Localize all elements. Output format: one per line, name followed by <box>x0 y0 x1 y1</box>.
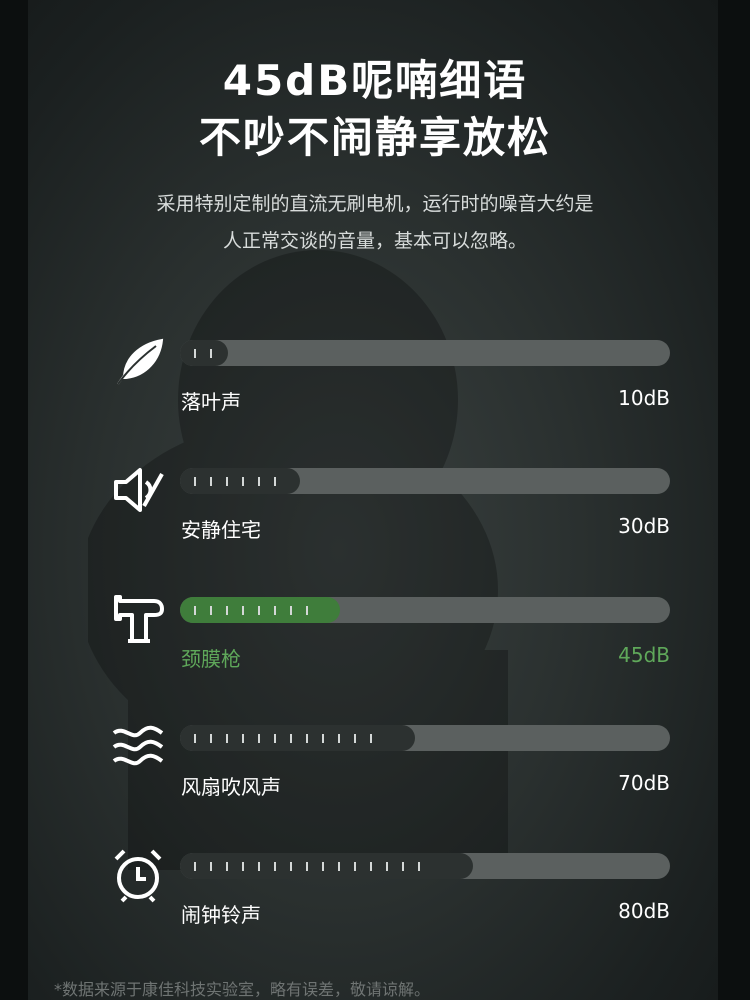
tick-mark <box>386 861 388 871</box>
headline-line-2: 不吵不闹静享放松 <box>198 113 551 162</box>
tick-mark <box>226 861 228 871</box>
noise-decibel-value: 45dB <box>618 643 670 667</box>
noise-level-bar <box>180 853 670 879</box>
tick-mark <box>290 733 292 743</box>
noise-decibel-value: 10dB <box>618 386 670 410</box>
massage-gun-icon <box>114 595 164 643</box>
tick-mark <box>338 733 340 743</box>
tick-mark <box>226 605 228 615</box>
tick-mark <box>242 861 244 871</box>
tick-mark <box>226 476 228 486</box>
noise-level-row: 安静住宅 30dB <box>0 468 750 578</box>
noise-level-fill <box>180 725 416 751</box>
tick-mark <box>210 733 212 743</box>
tick-mark <box>322 861 324 871</box>
noise-level-bar <box>180 468 670 494</box>
tick-mark <box>258 733 260 743</box>
tick-mark <box>210 476 212 486</box>
tick-mark <box>194 861 196 871</box>
speaker-mute-icon <box>114 468 164 512</box>
tick-mark <box>194 476 196 486</box>
tick-mark <box>322 733 324 743</box>
noise-source-label: 落叶声 <box>181 390 241 414</box>
tick-mark <box>306 733 308 743</box>
tick-mark <box>194 733 196 743</box>
noise-level-fill <box>180 468 301 494</box>
noise-level-fill <box>180 597 341 623</box>
tick-mark <box>210 605 212 615</box>
tick-mark <box>274 861 276 871</box>
noise-level-row: 风扇吹风声 70dB <box>0 725 750 835</box>
tick-mark <box>274 476 276 486</box>
tick-mark <box>370 861 372 871</box>
tick-mark <box>306 605 308 615</box>
tick-mark <box>242 476 244 486</box>
tick-mark <box>258 861 260 871</box>
tick-mark <box>274 605 276 615</box>
noise-level-row: 闹钟铃声 80dB <box>0 849 750 963</box>
noise-level-bar <box>180 340 670 366</box>
tick-mark <box>370 733 372 743</box>
noise-level-bar <box>180 725 670 751</box>
tick-mark <box>210 861 212 871</box>
noise-level-fill <box>180 853 473 879</box>
tick-mark <box>210 348 212 358</box>
tick-mark <box>274 733 276 743</box>
noise-source-label: 闹钟铃声 <box>181 903 261 927</box>
wind-icon <box>112 725 164 766</box>
noise-source-label: 风扇吹风声 <box>181 775 281 799</box>
noise-level-row: 落叶声 10dB <box>0 338 750 450</box>
leaf-icon <box>117 338 164 385</box>
noise-level-fill <box>180 340 228 366</box>
noise-source-label: 安静住宅 <box>181 518 261 542</box>
headline-line-1: 45dB呢喃细语 <box>222 56 528 105</box>
tick-mark <box>290 861 292 871</box>
tick-mark <box>290 605 292 615</box>
tick-mark <box>354 861 356 871</box>
alarm-clock-icon <box>114 849 162 903</box>
tick-mark <box>258 605 260 615</box>
tick-mark <box>258 476 260 486</box>
tick-mark <box>338 861 340 871</box>
noise-decibel-value: 30dB <box>618 514 670 538</box>
description-line-1: 采用特别定制的直流无刷电机，运行时的噪音大约是 <box>156 193 594 215</box>
noise-decibel-value: 80dB <box>618 899 670 923</box>
tick-mark <box>242 605 244 615</box>
noise-level-bar <box>180 597 670 623</box>
footnote: *数据来源于康佳科技实验室，略有误差，敬请谅解。 <box>54 980 431 999</box>
tick-mark <box>194 348 196 358</box>
tick-mark <box>242 733 244 743</box>
tick-mark <box>402 861 404 871</box>
tick-mark <box>354 733 356 743</box>
tick-mark <box>306 861 308 871</box>
tick-mark <box>194 605 196 615</box>
tick-mark <box>226 733 228 743</box>
description-line-2: 人正常交谈的音量，基本可以忽略。 <box>222 230 527 252</box>
noise-source-label: 颈膜枪 <box>181 647 241 671</box>
tick-mark <box>418 861 420 871</box>
noise-level-row: 颈膜枪 45dB <box>0 595 750 707</box>
noise-decibel-value: 70dB <box>618 771 670 795</box>
